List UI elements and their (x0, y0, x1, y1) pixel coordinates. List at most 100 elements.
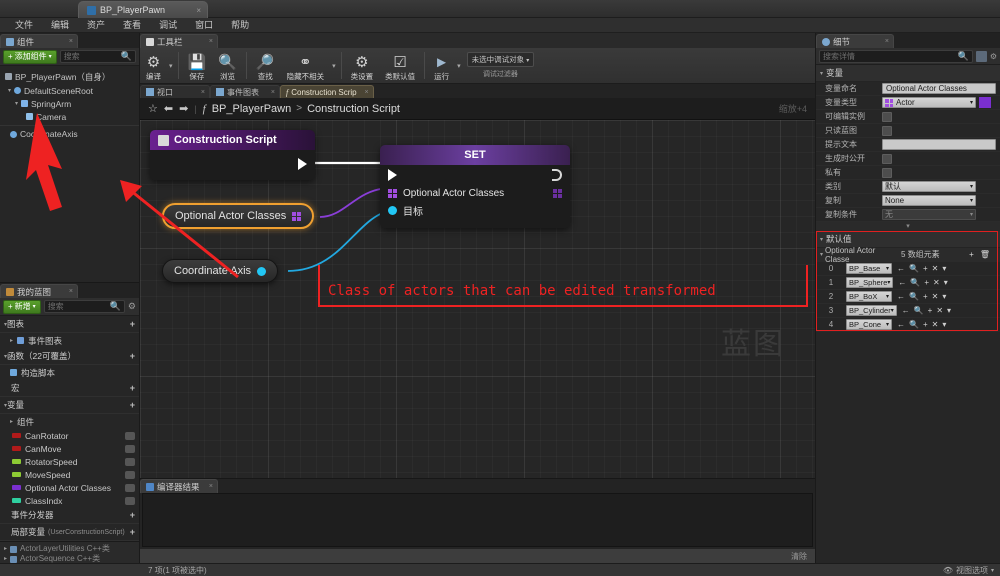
settings-icon[interactable]: ⚙ (990, 52, 997, 61)
class-settings-button[interactable]: ⚙ 类设置 (345, 48, 380, 83)
chevron-down-icon[interactable]: ▾ (8, 87, 11, 94)
variable-rotatorspeed[interactable]: RotatorSpeed (0, 455, 139, 468)
add-dispatcher-button[interactable]: + (130, 510, 135, 520)
find-button[interactable]: 🔎 查找 (250, 48, 281, 83)
add-new-button[interactable]: + 新增 ▾ (3, 299, 41, 314)
forward-arrow-icon[interactable]: ➡ (179, 102, 188, 115)
close-icon[interactable]: × (201, 89, 205, 96)
array-element-row[interactable]: 4 BP_Cone ▾ ← 🔍 + ✕ ▾ (816, 318, 1000, 332)
item-event-graph[interactable]: ▸ 事件图表 (0, 333, 139, 348)
tab-construction-script[interactable]: f Construction Scrip × (280, 85, 374, 98)
tab-toolbar[interactable]: 工具栏 × (140, 34, 218, 48)
close-icon[interactable]: × (69, 288, 73, 295)
node-var-coordinate-axis[interactable]: Coordinate Axis (162, 259, 279, 283)
use-selected-icon[interactable]: ← (897, 320, 905, 329)
pin-target[interactable] (388, 206, 397, 215)
category-combo[interactable]: 默认 ▾ (882, 181, 976, 192)
section-variable[interactable]: ▾ 变量 (816, 65, 1000, 82)
close-icon[interactable]: × (209, 38, 213, 45)
insert-icon[interactable]: + (923, 292, 928, 301)
insert-icon[interactable]: + (923, 320, 928, 329)
myblueprint-search-input[interactable]: 搜索 🔍 (43, 300, 125, 313)
variable-canrotator[interactable]: CanRotator (0, 429, 139, 442)
add-variable-button[interactable]: + (130, 400, 135, 410)
node-set[interactable]: SET Optional Actor Classes 目标 (380, 145, 570, 228)
reset-icon[interactable]: ▾ (947, 306, 951, 315)
save-button[interactable]: 💾 保存 (182, 48, 213, 83)
tree-row-self[interactable]: BP_PlayerPawn（自身） (0, 69, 139, 84)
replication-condition-combo[interactable]: 无 ▾ (882, 209, 976, 220)
pin-optional-actor-classes[interactable] (388, 189, 397, 198)
add-array-element-button[interactable]: + (969, 250, 974, 259)
pin-output-optional-actor-classes[interactable] (553, 189, 562, 198)
add-local-variable-button[interactable]: + (130, 527, 135, 537)
insert-icon[interactable]: + (923, 264, 928, 273)
array-element-row[interactable]: 2 BP_BoX ▾ ← 🔍 + ✕ ▾ (816, 290, 1000, 304)
tooltip-field[interactable] (882, 139, 996, 150)
tab-compiler-results[interactable]: 编译器结果 × (140, 479, 218, 493)
tab-my-blueprint[interactable]: 我的蓝图 × (0, 284, 78, 298)
browse-button[interactable]: 🔍 浏览 (212, 48, 243, 83)
visibility-icon[interactable] (125, 444, 135, 453)
reset-icon[interactable]: ▾ (942, 292, 946, 301)
reset-icon[interactable]: ▾ (942, 264, 946, 273)
add-function-button[interactable]: + (130, 351, 135, 361)
visibility-icon[interactable] (125, 496, 135, 505)
cb-row[interactable]: ▸ ActorSequence C++类 (4, 554, 135, 563)
close-icon[interactable]: × (69, 38, 73, 45)
section-graphs[interactable]: ▾ 图表 + (0, 316, 139, 333)
array-header-row[interactable]: ▾ Optional Actor Classe 5 数组元素 + 🗑 (816, 246, 1000, 264)
section-macros[interactable]: 宏 + (0, 380, 139, 397)
array-value-combo[interactable]: BP_Sphere ▾ (846, 277, 894, 288)
expose-on-spawn-checkbox[interactable] (882, 153, 892, 164)
variable-classindx[interactable]: ClassIndx (0, 494, 139, 507)
view-options-button[interactable]: 👁 视图选项 ▾ (815, 565, 1000, 576)
expand-advanced-button[interactable]: ▾ (816, 222, 1000, 231)
tab-components[interactable]: 组件 × (0, 34, 78, 48)
compiler-output-area[interactable] (142, 493, 813, 547)
array-element-row[interactable]: 1 BP_Sphere ▾ ← 🔍 + ✕ ▾ (816, 276, 1000, 290)
tab-event-graph[interactable]: 事件图表 × (210, 85, 280, 98)
menu-item-window[interactable]: 窗口 (186, 18, 222, 33)
close-icon[interactable]: × (365, 89, 369, 96)
variable-optional-actor-classes[interactable]: Optional Actor Classes (0, 481, 139, 494)
use-selected-icon[interactable]: ← (902, 306, 910, 315)
tab-viewport[interactable]: 视口 × (140, 85, 210, 98)
menu-item-help[interactable]: 帮助 (222, 18, 258, 33)
visibility-icon[interactable] (125, 457, 135, 466)
exec-out-pin[interactable] (552, 169, 562, 181)
add-component-button[interactable]: + 添加组件 ▾ (3, 49, 57, 64)
menu-item-file[interactable]: 文件 (6, 18, 42, 33)
remove-icon[interactable]: ✕ (932, 292, 939, 301)
node-construction-script[interactable]: Construction Script (150, 130, 315, 180)
variable-type-combo[interactable]: Actor ▾ (882, 97, 976, 108)
visibility-icon[interactable] (125, 483, 135, 492)
tree-row-coordinateaxis[interactable]: CoordinateAxis (0, 125, 139, 141)
cb-row[interactable]: ▸ ActorLayerUtilities C++类 (4, 544, 135, 554)
menu-item-asset[interactable]: 资产 (78, 18, 114, 33)
class-defaults-button[interactable]: ☑ 类默认值 (379, 48, 421, 83)
pin-out-optional-actor-classes[interactable] (292, 211, 302, 221)
chevron-down-icon[interactable]: ▾ (15, 100, 18, 107)
array-element-row[interactable]: 0 BP_Base ▾ ← 🔍 + ✕ ▾ (816, 262, 1000, 276)
section-event-dispatchers[interactable]: 事件分发器 + (0, 507, 139, 524)
debug-object-selector[interactable]: 未选中调试对象 ▾ (466, 52, 535, 67)
variable-name-field[interactable]: Optional Actor Classes (882, 83, 996, 94)
insert-icon[interactable]: + (924, 278, 929, 287)
compile-options-chevron-icon[interactable]: ▾ (167, 62, 175, 70)
use-selected-icon[interactable]: ← (898, 278, 906, 287)
play-button[interactable]: ► 运行 (428, 48, 455, 83)
remove-icon[interactable]: ✕ (932, 320, 939, 329)
array-value-combo[interactable]: BP_Cone ▾ (846, 319, 892, 330)
node-var-optional-actor-classes[interactable]: Optional Actor Classes (162, 203, 315, 229)
array-type-swatch[interactable] (979, 97, 991, 108)
breadcrumb-root[interactable]: BP_PlayerPawn (212, 103, 292, 115)
section-local-variables[interactable]: 局部变量 (UserConstructionScript) + (0, 524, 139, 541)
browse-icon[interactable]: 🔍 (909, 292, 919, 301)
compile-button[interactable]: ⚙ 编译 (140, 48, 167, 83)
reset-icon[interactable]: ▾ (944, 278, 948, 287)
details-search-input[interactable]: 搜索详情 🔍 (819, 49, 973, 63)
remove-icon[interactable]: ✕ (932, 264, 939, 273)
browse-icon[interactable]: 🔍 (914, 306, 924, 315)
use-selected-icon[interactable]: ← (897, 292, 905, 301)
